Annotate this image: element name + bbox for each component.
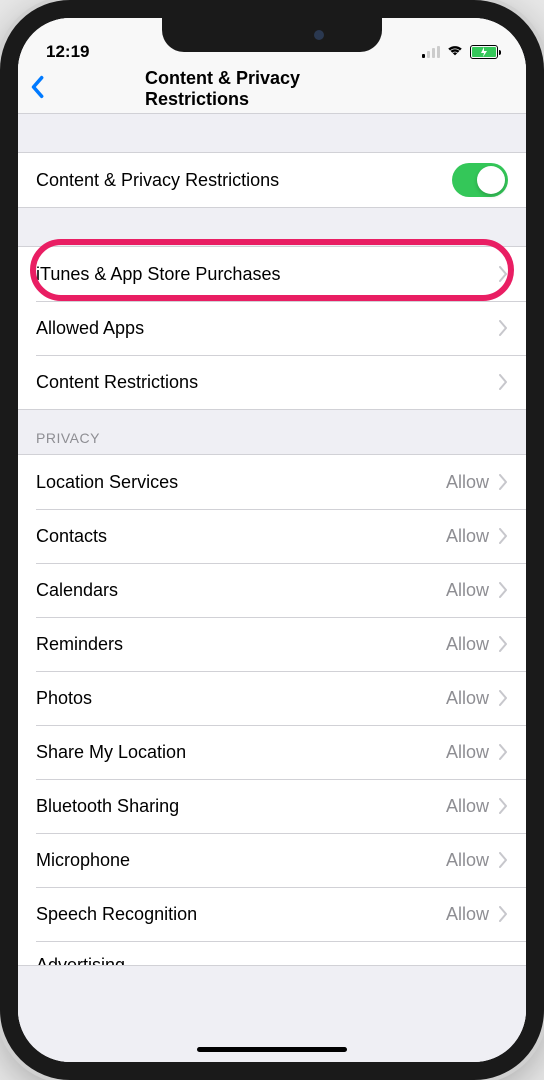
row-label: Share My Location	[36, 742, 186, 763]
row-value: Allow	[446, 472, 489, 493]
chevron-right-icon	[499, 320, 508, 336]
row-label: Allowed Apps	[36, 318, 144, 339]
row-label: Bluetooth Sharing	[36, 796, 179, 817]
itunes-app-store-row[interactable]: iTunes & App Store Purchases	[18, 247, 526, 301]
row-label: Reminders	[36, 634, 123, 655]
content-restrictions-row[interactable]: Content Restrictions	[18, 355, 526, 409]
contacts-row[interactable]: Contacts Allow	[18, 509, 526, 563]
restrictions-group: iTunes & App Store Purchases Allowed App…	[18, 246, 526, 410]
row-label: iTunes & App Store Purchases	[36, 264, 280, 285]
chevron-right-icon	[499, 636, 508, 652]
row-value: Allow	[446, 580, 489, 601]
location-services-row[interactable]: Location Services Allow	[18, 455, 526, 509]
chevron-right-icon	[499, 474, 508, 490]
row-value: Allow	[446, 688, 489, 709]
chevron-right-icon	[499, 374, 508, 390]
advertising-row[interactable]: Advertising	[18, 941, 526, 965]
status-right	[422, 42, 498, 62]
settings-content: Content & Privacy Restrictions iTunes & …	[18, 114, 526, 1062]
bluetooth-sharing-row[interactable]: Bluetooth Sharing Allow	[18, 779, 526, 833]
cellular-signal-icon	[422, 46, 440, 58]
chevron-right-icon	[499, 690, 508, 706]
chevron-right-icon	[499, 266, 508, 282]
share-my-location-row[interactable]: Share My Location Allow	[18, 725, 526, 779]
row-label: Location Services	[36, 472, 178, 493]
chevron-right-icon	[499, 744, 508, 760]
row-label: Photos	[36, 688, 92, 709]
iphone-frame: 12:19 Content & Privacy Restri	[0, 0, 544, 1080]
allowed-apps-row[interactable]: Allowed Apps	[18, 301, 526, 355]
privacy-section-header: PRIVACY	[18, 410, 526, 454]
chevron-right-icon	[499, 906, 508, 922]
back-button[interactable]	[30, 75, 48, 103]
page-title: Content & Privacy Restrictions	[145, 68, 399, 110]
photos-row[interactable]: Photos Allow	[18, 671, 526, 725]
device-notch	[162, 18, 382, 52]
row-label: Advertising	[36, 955, 125, 965]
row-label: Contacts	[36, 526, 107, 547]
nav-bar: Content & Privacy Restrictions	[18, 64, 526, 114]
chevron-right-icon	[499, 798, 508, 814]
wifi-icon	[446, 42, 464, 62]
row-value: Allow	[446, 904, 489, 925]
privacy-group: Location Services Allow Contacts Allow C…	[18, 454, 526, 966]
chevron-right-icon	[499, 582, 508, 598]
status-time: 12:19	[46, 42, 89, 62]
row-value: Allow	[446, 526, 489, 547]
content-privacy-toggle-row[interactable]: Content & Privacy Restrictions	[18, 153, 526, 207]
content-privacy-toggle[interactable]	[452, 163, 508, 197]
row-value: Allow	[446, 634, 489, 655]
chevron-right-icon	[499, 528, 508, 544]
main-toggle-group: Content & Privacy Restrictions	[18, 152, 526, 208]
microphone-row[interactable]: Microphone Allow	[18, 833, 526, 887]
row-value: Allow	[446, 850, 489, 871]
screen: 12:19 Content & Privacy Restri	[18, 18, 526, 1062]
row-label: Calendars	[36, 580, 118, 601]
chevron-right-icon	[499, 852, 508, 868]
row-label: Microphone	[36, 850, 130, 871]
battery-icon	[470, 45, 498, 59]
row-value: Allow	[446, 796, 489, 817]
home-indicator[interactable]	[197, 1047, 347, 1052]
speech-recognition-row[interactable]: Speech Recognition Allow	[18, 887, 526, 941]
calendars-row[interactable]: Calendars Allow	[18, 563, 526, 617]
content-privacy-label: Content & Privacy Restrictions	[36, 170, 279, 191]
reminders-row[interactable]: Reminders Allow	[18, 617, 526, 671]
row-label: Content Restrictions	[36, 372, 198, 393]
row-label: Speech Recognition	[36, 904, 197, 925]
row-value: Allow	[446, 742, 489, 763]
